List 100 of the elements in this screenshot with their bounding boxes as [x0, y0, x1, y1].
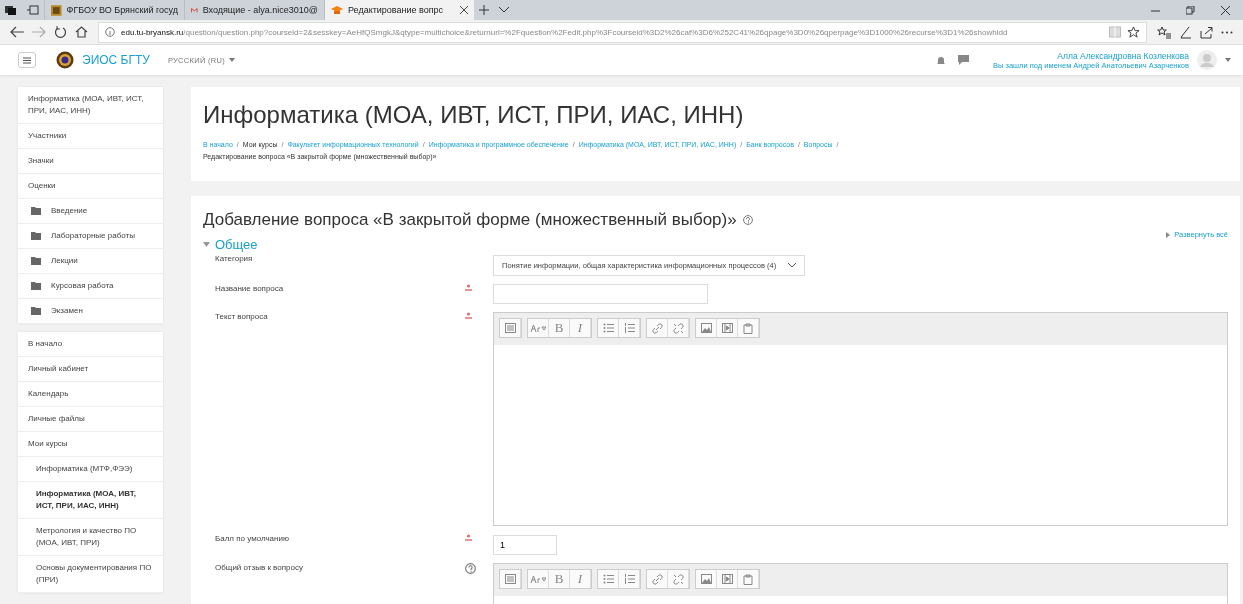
toolbar-button[interactable]	[738, 570, 759, 588]
sidebar-item[interactable]: Введение	[18, 199, 163, 224]
restore-icon[interactable]	[1186, 5, 1195, 15]
clipboard-icon	[743, 573, 753, 585]
image-icon	[700, 323, 712, 333]
help-icon[interactable]	[465, 563, 476, 574]
toolbar-toggle-icon	[504, 574, 516, 584]
toolbar-button[interactable]: I	[570, 319, 591, 337]
toolbar-button[interactable]	[598, 319, 619, 337]
refresh-icon[interactable]	[54, 25, 67, 39]
sidebar-item[interactable]: Мои курсы	[18, 432, 163, 457]
sidebar-item[interactable]: Информатика (МОА, ИВТ, ИСТ, ПРИ, ИАС, ИНН)	[18, 87, 163, 124]
text-editor[interactable]: B I	[493, 563, 1228, 604]
home-icon[interactable]	[75, 26, 88, 38]
field-label: Название вопроса	[214, 284, 285, 293]
sidebar-item[interactable]: Оценки	[18, 174, 163, 199]
paragraph-style-icon	[530, 323, 546, 333]
tab-list-icon[interactable]	[5, 5, 17, 15]
input-field[interactable]: 1	[493, 535, 557, 555]
chat-icon[interactable]	[958, 55, 969, 65]
toolbar-button[interactable]	[619, 570, 640, 588]
toolbar-button[interactable]: B	[549, 570, 570, 588]
sidebar-item[interactable]: Личные файлы	[18, 407, 163, 432]
field-label: Категория	[214, 254, 254, 263]
sidebar-item[interactable]: Информатика (МОА, ИВТ, ИСТ, ПРИ, ИАС, ИНН)	[18, 482, 163, 519]
toolbar-button[interactable]	[647, 570, 668, 588]
input-field[interactable]	[493, 284, 708, 304]
sidebar-item[interactable]: Лабораторные работы	[18, 224, 163, 249]
toolbar-button[interactable]	[668, 319, 689, 337]
mail-icon	[191, 5, 198, 15]
toolbar-button[interactable]	[696, 319, 717, 337]
toolbar-button[interactable]	[717, 319, 738, 337]
sidebar-item[interactable]: Метрология и качество ПО (МОА, ИВТ, ПРИ)	[18, 519, 163, 556]
menu-icon	[23, 56, 31, 64]
form-heading: Добавление вопроса «В закрытой форме (множественный выбор)»	[203, 210, 737, 230]
link-icon	[651, 322, 663, 334]
sidebar-item[interactable]: Информатика (МТФ,ФЭЭ)	[18, 457, 163, 482]
toolbar-button[interactable]	[717, 570, 738, 588]
graduation-cap-icon	[331, 5, 343, 15]
toolbar-button[interactable]	[598, 570, 619, 588]
sidebar-item[interactable]: Основы документирования ПО (ПРИ)	[18, 556, 163, 593]
caret-icon[interactable]	[1225, 58, 1231, 62]
toolbar-button[interactable]	[668, 570, 689, 588]
text-editor[interactable]: B I	[493, 312, 1228, 526]
numbered-list-icon	[623, 323, 635, 333]
film-icon	[721, 574, 733, 584]
sidebar-item[interactable]: Курсовая работа	[18, 274, 163, 299]
back-arrow-icon[interactable]	[10, 26, 24, 38]
sidebar-item[interactable]: Лекции	[18, 249, 163, 274]
toolbar-button[interactable]	[500, 570, 521, 588]
forward-arrow-icon[interactable]	[32, 26, 46, 38]
numbered-list-icon	[623, 574, 635, 584]
unlink-icon	[672, 322, 684, 334]
close-icon[interactable]	[1221, 5, 1230, 15]
unlink-icon	[672, 573, 684, 585]
new-tab-icon[interactable]	[479, 5, 489, 15]
caret-icon	[229, 58, 236, 62]
toolbar-button[interactable]	[647, 319, 668, 337]
favorites-icon[interactable]	[1157, 25, 1171, 39]
toolbar-toggle-icon	[504, 323, 516, 333]
close-icon[interactable]	[460, 6, 468, 14]
bell-icon[interactable]	[936, 55, 946, 65]
share-icon[interactable]	[1200, 25, 1213, 39]
chevron-down-icon[interactable]	[499, 7, 509, 13]
folder-icon	[31, 282, 41, 290]
pen-icon[interactable]	[1179, 25, 1192, 39]
toolbar-button[interactable]: B	[549, 319, 570, 337]
sidebar-item[interactable]: Личный кабинет	[18, 357, 163, 382]
toolbar-button[interactable]	[619, 319, 640, 337]
star-icon[interactable]	[1127, 25, 1140, 39]
folder-icon	[31, 207, 41, 215]
chevron-down-icon	[788, 263, 797, 268]
bullet-list-icon	[602, 574, 614, 584]
sidebar-item[interactable]: В начало	[18, 332, 163, 357]
toolbar-button[interactable]	[528, 319, 549, 337]
toolbar-button[interactable]: I	[570, 570, 591, 588]
folder-icon	[31, 232, 41, 240]
sidebar-item[interactable]: Экзамен	[18, 299, 163, 324]
address-bar[interactable]: edu.tu-bryansk.ru/question/question.php?courseid=2&sesskey=AeHfQSmgkJ&qtype=multichoice&returnurl=%2Fquestion%2Fedit.php%3Fcourseid%3D2%26cat%3D6%252C41%26qpage%3D0%26qperpage%3D1000%26recurse%3D1%26showhidd	[98, 21, 1147, 43]
window-tabs-icon[interactable]	[27, 5, 39, 15]
help-icon[interactable]	[742, 215, 753, 225]
paragraph-style-icon	[530, 574, 546, 584]
folder-icon	[31, 257, 41, 265]
toolbar-button[interactable]	[696, 570, 717, 588]
field-label: Текст вопроса	[214, 312, 269, 321]
clipboard-icon	[743, 322, 753, 334]
toolbar-button[interactable]	[500, 319, 521, 337]
menu-button[interactable]	[18, 52, 36, 68]
sidebar-item[interactable]: Участники	[18, 124, 163, 149]
emblem-icon[interactable]	[56, 51, 74, 69]
more-icon[interactable]	[1221, 30, 1233, 34]
field-label: Балл по умолчанию	[214, 534, 290, 543]
course-title: Информатика (МОА, ИВТ, ИСТ, ПРИ, ИАС, ИНН)	[203, 101, 745, 129]
link-icon	[651, 573, 663, 585]
sidebar-item[interactable]: Значки	[18, 149, 163, 174]
triangle-icon	[203, 241, 210, 248]
sidebar-item[interactable]: Календарь	[18, 382, 163, 407]
toolbar-button[interactable]	[528, 570, 549, 588]
toolbar-button[interactable]	[738, 319, 759, 337]
browser-tab[interactable]: Редактирование вопрс	[324, 0, 474, 20]
